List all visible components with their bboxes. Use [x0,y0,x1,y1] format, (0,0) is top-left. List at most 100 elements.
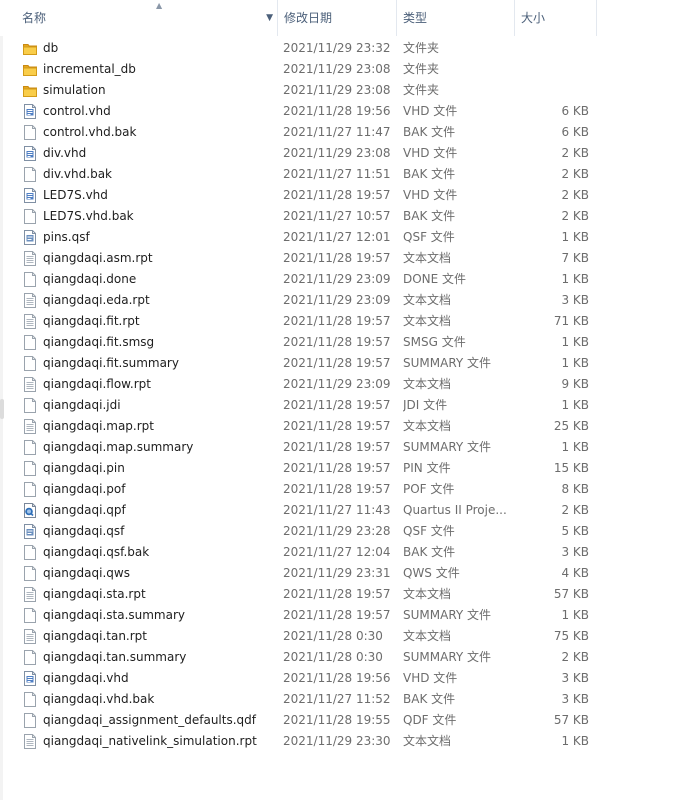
file-row[interactable]: qiangdaqi.qpf 2021/11/27 11:43 Quartus II … [0,500,600,521]
file-row[interactable]: simulation 2021/11/29 23:08 文件夹 [0,80,600,101]
file-row[interactable]: control.vhd.bak 2021/11/27 11:47 BAK 文件 6 K… [0,122,600,143]
file-modified-date: 2021/11/28 19:56 [283,671,391,685]
file-row[interactable]: qiangdaqi.fit.rpt 2021/11/28 19:57 文本文档 71 … [0,311,600,332]
file-row[interactable]: qiangdaqi.qws 2021/11/29 23:31 QWS 文件 4 KB [0,563,600,584]
file-row[interactable]: LED7S.vhd.bak 2021/11/27 10:57 BAK 文件 2 KB [0,206,600,227]
file-row[interactable]: qiangdaqi.fit.summary 2021/11/28 19:57 SUM… [0,353,600,374]
file-row[interactable]: div.vhd 2021/11/29 23:08 VHD 文件 2 KB [0,143,600,164]
file-modified-date: 2021/11/28 19:57 [283,335,391,349]
text-file-icon [23,734,37,749]
file-name: qiangdaqi.sta.rpt [43,587,146,601]
file-type: VHD 文件 [403,671,458,685]
file-row[interactable]: qiangdaqi.eda.rpt 2021/11/29 23:09 文本文档 3 K… [0,290,600,311]
file-row[interactable]: db 2021/11/29 23:32 文件夹 [0,38,600,59]
file-size: 15 KB [553,461,589,475]
file-row[interactable]: qiangdaqi.qsf 2021/11/29 23:28 QSF 文件 5 KB [0,521,600,542]
file-name: simulation [43,83,106,97]
file-icon [23,461,37,476]
file-size: 5 KB [561,524,589,538]
file-row[interactable]: qiangdaqi.tan.rpt 2021/11/28 0:30 文本文档 75 K… [0,626,600,647]
column-header-date[interactable]: 修改日期 [278,0,397,36]
sort-ascending-icon: ▲ [156,1,163,10]
file-row[interactable]: qiangdaqi.pof 2021/11/28 19:57 POF 文件 8 KB [0,479,600,500]
file-row[interactable]: qiangdaqi.flow.rpt 2021/11/29 23:09 文本文档 9 … [0,374,600,395]
file-size: 8 KB [561,482,589,496]
file-row[interactable]: qiangdaqi.tan.summary 2021/11/28 0:30 SUMM… [0,647,600,668]
file-row[interactable]: qiangdaqi.asm.rpt 2021/11/28 19:57 文本文档 7 K… [0,248,600,269]
file-row[interactable]: qiangdaqi_nativelink_simulation.rpt 2021/… [0,731,600,752]
column-header-size-label: 大小 [521,11,546,25]
file-row[interactable]: qiangdaqi.sta.summary 2021/11/28 19:57 SUM… [0,605,600,626]
file-icon [23,398,37,413]
file-name: qiangdaqi.vhd.bak [43,692,155,706]
file-modified-date: 2021/11/29 23:28 [283,524,391,538]
quartus-project-icon [23,503,37,518]
file-row[interactable]: qiangdaqi.qsf.bak 2021/11/27 12:04 BAK 文件 3… [0,542,600,563]
file-row[interactable]: qiangdaqi.vhd 2021/11/28 19:56 VHD 文件 3 KB [0,668,600,689]
file-row[interactable]: qiangdaqi_assignment_defaults.qdf 2021/11… [0,710,600,731]
file-modified-date: 2021/11/28 19:57 [283,314,391,328]
file-row[interactable]: LED7S.vhd 2021/11/28 19:57 VHD 文件 2 KB [0,185,600,206]
column-header-size[interactable]: 大小 [515,0,597,36]
file-row[interactable]: qiangdaqi.jdi 2021/11/28 19:57 JDI 文件 1 KB [0,395,600,416]
file-type: 文本文档 [403,377,452,391]
file-icon [23,356,37,371]
file-size: 3 KB [561,671,589,685]
column-header-type[interactable]: 类型 [397,0,515,36]
file-row[interactable]: qiangdaqi.done 2021/11/29 23:09 DONE 文件 1 K… [0,269,600,290]
file-size: 6 KB [561,125,589,139]
file-name: qiangdaqi.vhd [43,671,129,685]
file-size: 2 KB [561,209,589,223]
file-row[interactable]: control.vhd 2021/11/28 19:56 VHD 文件 6 KB [0,101,600,122]
file-type: QSF 文件 [403,230,455,244]
file-icon [23,713,37,728]
file-row[interactable]: qiangdaqi.sta.rpt 2021/11/28 19:57 文本文档 57 … [0,584,600,605]
file-modified-date: 2021/11/27 11:51 [283,167,391,181]
column-header-name-label: 名称 [22,11,47,25]
file-row[interactable]: qiangdaqi.map.summary 2021/11/28 19:57 SUM… [0,437,600,458]
file-size: 71 KB [553,314,589,328]
vhd-file-icon [23,104,37,119]
file-modified-date: 2021/11/28 19:57 [283,188,391,202]
file-type: SUMMARY 文件 [403,650,492,664]
file-size: 2 KB [561,503,589,517]
file-size: 2 KB [561,146,589,160]
file-type: QDF 文件 [403,713,457,727]
file-row[interactable]: div.vhd.bak 2021/11/27 11:51 BAK 文件 2 KB [0,164,600,185]
file-size: 57 KB [553,587,589,601]
file-type: BAK 文件 [403,545,456,559]
file-modified-date: 2021/11/29 23:09 [283,272,391,286]
file-type: 文本文档 [403,587,452,601]
file-row[interactable]: qiangdaqi.map.rpt 2021/11/28 19:57 文本文档 25 … [0,416,600,437]
qsf-file-icon [23,230,37,245]
file-size: 9 KB [561,377,589,391]
file-icon [23,125,37,140]
file-row[interactable]: pins.qsf 2021/11/27 12:01 QSF 文件 1 KB [0,227,600,248]
file-type: 文本文档 [403,419,452,433]
file-row[interactable]: incremental_db 2021/11/29 23:08 文件夹 [0,59,600,80]
file-row[interactable]: qiangdaqi.vhd.bak 2021/11/27 11:52 BAK 文件 3… [0,689,600,710]
file-size: 2 KB [561,650,589,664]
chevron-down-icon[interactable]: ▼ [266,0,273,36]
column-header-name[interactable]: 名称 ▲ ▼ [16,0,278,36]
file-icon [23,566,37,581]
folder-icon [23,62,37,77]
file-name: qiangdaqi.fit.smsg [43,335,155,349]
folder-icon [23,83,37,98]
file-modified-date: 2021/11/29 23:08 [283,62,391,76]
file-size: 1 KB [561,230,589,244]
file-row[interactable]: qiangdaqi.fit.smsg 2021/11/28 19:57 SMSG 文… [0,332,600,353]
file-size: 1 KB [561,440,589,454]
file-icon [23,608,37,623]
file-name: qiangdaqi.pof [43,482,126,496]
file-type: BAK 文件 [403,167,456,181]
file-size [510,38,589,59]
file-icon [23,335,37,350]
file-size: 2 KB [561,188,589,202]
file-modified-date: 2021/11/27 11:43 [283,503,391,517]
file-icon [23,482,37,497]
file-type: POF 文件 [403,482,455,496]
file-modified-date: 2021/11/28 0:30 [283,629,383,643]
file-row[interactable]: qiangdaqi.pin 2021/11/28 19:57 PIN 文件 15 KB [0,458,600,479]
qsf-file-icon [23,524,37,539]
